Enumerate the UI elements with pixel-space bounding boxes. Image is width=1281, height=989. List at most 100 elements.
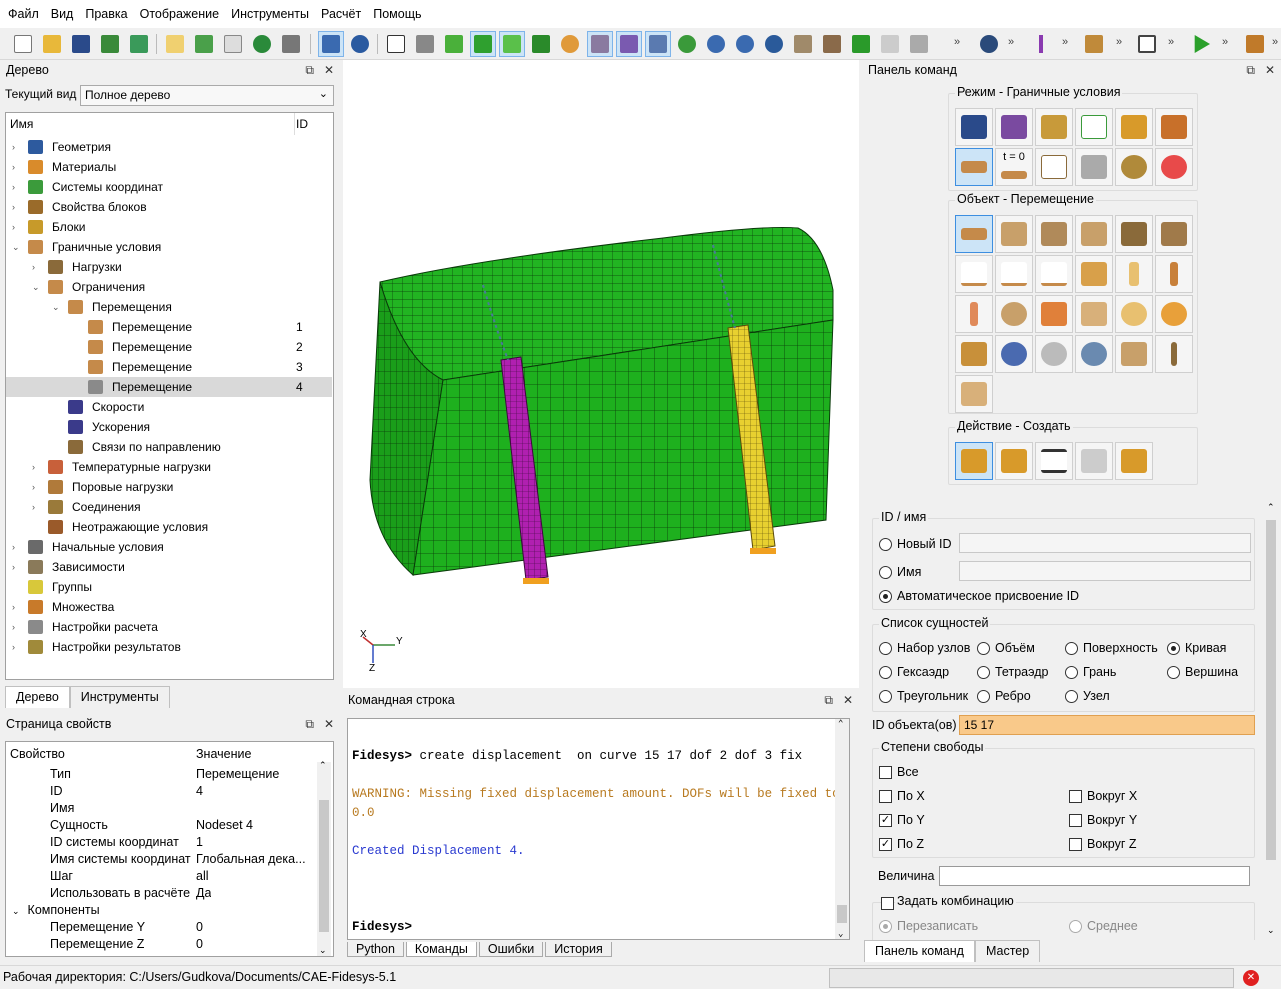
entity-radio[interactable] [1065, 642, 1078, 655]
name-input[interactable] [959, 561, 1251, 581]
tree-item[interactable]: ⌄ Ограничения [6, 277, 332, 297]
pause-icon[interactable] [249, 31, 275, 57]
mesh-mode-icon[interactable] [995, 108, 1033, 146]
geometry-mode-icon[interactable] [955, 108, 993, 146]
float-icon[interactable]: ⧉ [305, 63, 314, 78]
menu-help[interactable]: Помощь [367, 0, 427, 28]
collapse-arrow-icon[interactable]: ⌄ [12, 237, 20, 257]
dependency-icon[interactable] [1035, 148, 1073, 186]
around-y-checkbox[interactable] [1069, 814, 1082, 827]
journal-icon[interactable] [162, 31, 188, 57]
burst-icon[interactable] [1035, 335, 1073, 373]
gray-cube-icon[interactable] [412, 31, 438, 57]
float-icon[interactable]: ⧉ [305, 717, 314, 732]
expand-arrow-icon[interactable]: › [12, 557, 15, 577]
run-icon[interactable] [1188, 31, 1214, 57]
bc-mode-icon[interactable] [955, 148, 993, 186]
mesh-cube-icon[interactable] [528, 31, 554, 57]
new-id-input[interactable] [959, 533, 1251, 553]
entity-radio[interactable] [977, 690, 990, 703]
results-view-icon[interactable] [1155, 148, 1193, 186]
column-icon[interactable] [1075, 255, 1113, 293]
flow-icon[interactable] [995, 335, 1033, 373]
tree-item[interactable]: › Настройки расчета [6, 617, 332, 637]
collapse-arrow-icon[interactable]: ⌄ [12, 906, 20, 916]
tree-item[interactable]: Группы [6, 577, 332, 597]
id-icon[interactable] [220, 31, 246, 57]
rotate-icon[interactable] [761, 31, 787, 57]
wireframe-cube-icon[interactable] [383, 31, 409, 57]
sets-mode-icon[interactable] [1155, 108, 1193, 146]
tree-item[interactable]: › Материалы [6, 157, 332, 177]
column-id[interactable]: ID [296, 117, 308, 131]
grid-icon[interactable] [587, 31, 613, 57]
gears-icon[interactable] [976, 31, 1002, 57]
input-prompt[interactable]: Fidesys> [352, 920, 412, 934]
expand-arrow-icon[interactable]: › [12, 217, 15, 237]
expand-arrow-icon[interactable]: › [32, 497, 35, 517]
expand-arrow-icon[interactable]: › [12, 197, 15, 217]
tree-item[interactable]: › Множества [6, 597, 332, 617]
list-icon[interactable] [1035, 442, 1073, 480]
expand-arrow-icon[interactable]: › [12, 157, 15, 177]
tree-item[interactable]: › Начальные условия [6, 537, 332, 557]
delete-icon[interactable] [1115, 442, 1153, 480]
dash-icon[interactable] [1115, 255, 1153, 293]
float-icon[interactable]: ⧉ [1246, 63, 1255, 78]
select-mode-icon[interactable] [318, 31, 344, 57]
axis-z-icon[interactable] [1242, 31, 1268, 57]
property-value[interactable]: 4 [196, 783, 203, 800]
around-z-checkbox[interactable] [1069, 838, 1082, 851]
cross-load-icon[interactable] [1155, 255, 1193, 293]
tree-item[interactable]: › Поровые нагрузки [6, 477, 332, 497]
object-id-input[interactable]: 15 17 [959, 715, 1255, 735]
property-value[interactable]: Глобальная дека... [196, 851, 306, 868]
green-cube-icon[interactable] [441, 31, 467, 57]
displacement-icon[interactable] [955, 215, 993, 253]
tree-item[interactable]: Перемещение 3 [6, 357, 332, 377]
tree-item[interactable]: Ускорения [6, 417, 332, 437]
expand-arrow-icon[interactable]: › [12, 617, 15, 637]
around-x-checkbox[interactable] [1069, 790, 1082, 803]
command-scrollbar[interactable]: ⌃ ⌄ [835, 719, 849, 939]
save-as-icon[interactable] [97, 31, 123, 57]
tree-item[interactable]: Связи по направлению [6, 437, 332, 457]
magnitude-input[interactable] [939, 866, 1250, 886]
by-z-checkbox[interactable]: ✓ [879, 838, 892, 851]
tab-tree[interactable]: Дерево [5, 686, 70, 708]
collapse-arrow-icon[interactable]: ⌄ [52, 297, 60, 317]
tree-item[interactable]: › Соединения [6, 497, 332, 517]
error-icon[interactable]: ✕ [1243, 970, 1259, 986]
property-value[interactable]: all [196, 868, 209, 885]
purple-cube-icon[interactable] [616, 31, 642, 57]
tree-item[interactable]: Неотражающие условия [6, 517, 332, 537]
entity-radio[interactable] [879, 642, 892, 655]
tab-commands[interactable]: Команды [405, 942, 477, 957]
create-icon[interactable] [955, 442, 993, 480]
heat-source-icon[interactable] [1115, 295, 1153, 333]
collapse-arrow-icon[interactable]: ⌄ [32, 277, 40, 297]
entity-radio[interactable] [879, 690, 892, 703]
material-mode-icon[interactable] [1035, 108, 1073, 146]
results-settings-icon[interactable] [1115, 148, 1153, 186]
transparent-cube-icon[interactable] [877, 31, 903, 57]
tree-item[interactable]: › Температурные нагрузки [6, 457, 332, 477]
save-icon[interactable] [68, 31, 94, 57]
component-value[interactable]: 0 [196, 936, 203, 953]
tree-item[interactable]: › Системы координат [6, 177, 332, 197]
tab-command-panel[interactable]: Панель команд [864, 940, 975, 962]
heat-flux-icon[interactable] [995, 295, 1033, 333]
tree-item[interactable]: Перемещение 1 [6, 317, 332, 337]
frame-icon[interactable] [1134, 31, 1160, 57]
menu-tools[interactable]: Инструменты [225, 0, 315, 28]
expand-arrow-icon[interactable]: › [32, 477, 35, 497]
refresh-icon[interactable] [674, 31, 700, 57]
entity-radio[interactable] [879, 666, 892, 679]
by-y-checkbox[interactable]: ✓ [879, 814, 892, 827]
box-load-icon[interactable] [1155, 215, 1193, 253]
direction-icon[interactable] [1155, 335, 1193, 373]
undo-icon[interactable] [347, 31, 373, 57]
command-output[interactable]: Fidesys> create displacement on curve 15… [347, 718, 850, 940]
tree-item[interactable]: › Настройки результатов [6, 637, 332, 657]
force-icon[interactable] [995, 215, 1033, 253]
